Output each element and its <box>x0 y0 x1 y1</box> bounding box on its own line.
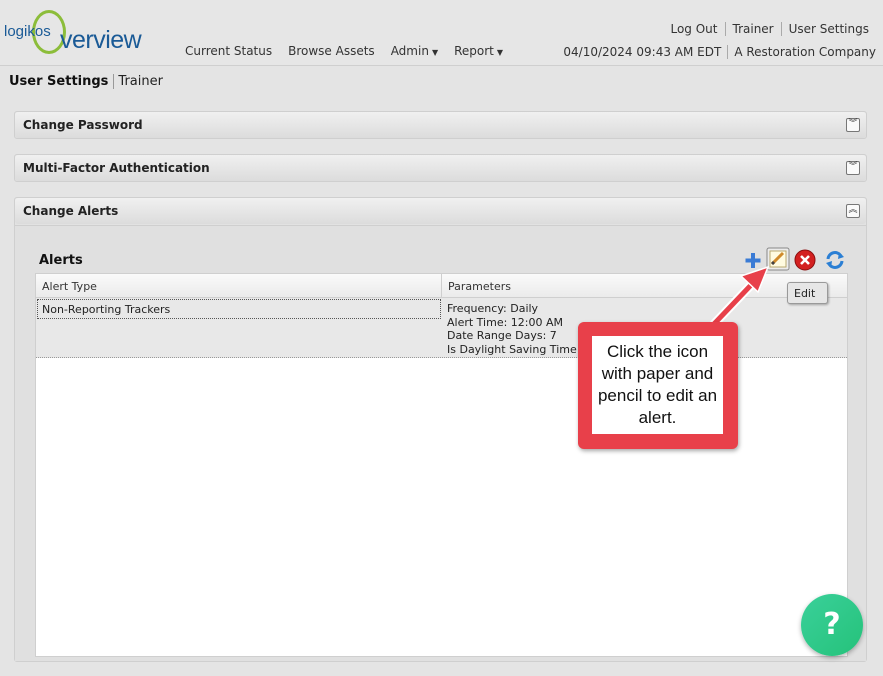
help-button[interactable]: ? <box>801 594 863 656</box>
edit-icon[interactable] <box>766 247 790 271</box>
current-datetime: 04/10/2024 09:43 AM EDT <box>563 45 722 59</box>
edit-tooltip: Edit <box>787 282 828 304</box>
panel-title: Multi-Factor Authentication <box>23 161 210 175</box>
refresh-icon[interactable] <box>824 249 846 271</box>
collapse-chevron-icon[interactable]: ︽ <box>846 204 860 218</box>
trainer-link[interactable]: Trainer <box>724 22 781 36</box>
logout-link[interactable]: Log Out <box>663 22 724 36</box>
add-icon[interactable] <box>742 249 764 271</box>
nav-admin[interactable]: Admin ▼ <box>391 44 438 58</box>
expand-chevron-icon[interactable]: ︾ <box>846 118 860 132</box>
panel-header-mfa[interactable]: Multi-Factor Authentication ︾ <box>15 155 866 181</box>
panel-mfa: Multi-Factor Authentication ︾ <box>14 154 867 182</box>
nav-admin-label: Admin <box>390 44 429 58</box>
caret-down-icon: ▼ <box>496 48 504 57</box>
cell-parameters: Frequency: Daily Alert Time: 12:00 AM Da… <box>447 302 593 356</box>
main-nav: Current Status Browse Assets Admin ▼ Repo… <box>185 44 503 58</box>
alerts-title: Alerts <box>39 253 83 268</box>
param-line: Alert Time: 12:00 AM <box>447 315 564 329</box>
panel-change-alerts: Change Alerts ︽ Alerts Alert Type Parame… <box>14 197 867 662</box>
nav-browse-assets[interactable]: Browse Assets <box>288 44 375 58</box>
param-line: Frequency: Daily <box>447 302 539 315</box>
panel-header-change-alerts[interactable]: Change Alerts ︽ <box>15 198 866 224</box>
logo-text-big: verview <box>60 26 142 54</box>
app-header: logikos verview Current Status Browse As… <box>0 0 883 66</box>
delete-icon[interactable] <box>794 249 816 271</box>
column-header-alert-type[interactable]: Alert Type <box>36 274 442 297</box>
logikos-overview-logo[interactable]: logikos verview <box>4 8 154 60</box>
caret-down-icon: ▼ <box>431 48 439 57</box>
panel-change-password: Change Password ︾ <box>14 111 867 139</box>
user-settings-link[interactable]: User Settings <box>780 22 869 36</box>
status-line: 04/10/2024 09:43 AM EDT A Restoration Co… <box>557 45 876 59</box>
nav-report-label: Report <box>454 44 494 58</box>
panel-title: Change Alerts <box>23 204 119 218</box>
breadcrumb: User Settings Trainer <box>9 74 163 89</box>
callout-text: Click the icon with paper and pencil to … <box>592 336 723 434</box>
panel-title: Change Password <box>23 118 143 132</box>
logo-text-small: logikos <box>4 23 51 40</box>
nav-current-status[interactable]: Current Status <box>185 44 272 58</box>
alerts-body: Alerts Alert Type Parameters Non-Reporti… <box>15 225 866 661</box>
top-links: Log Out Trainer User Settings <box>663 22 869 36</box>
panel-header-change-password[interactable]: Change Password ︾ <box>15 112 866 138</box>
column-header-parameters[interactable]: Parameters <box>442 274 517 297</box>
breadcrumb-sub: Trainer <box>118 74 163 89</box>
breadcrumb-main: User Settings <box>9 74 115 89</box>
company-name: A Restoration Company <box>727 45 876 59</box>
instruction-callout: Click the icon with paper and pencil to … <box>578 322 738 449</box>
nav-report[interactable]: Report ▼ <box>454 44 503 58</box>
expand-chevron-icon[interactable]: ︾ <box>846 161 860 175</box>
param-line: Date Range Days: 7 <box>447 329 557 342</box>
cell-alert-type: Non-Reporting Trackers <box>37 299 441 319</box>
param-line: Is Daylight Saving Time: tr <box>447 342 593 356</box>
grid-header: Alert Type Parameters <box>36 274 847 298</box>
